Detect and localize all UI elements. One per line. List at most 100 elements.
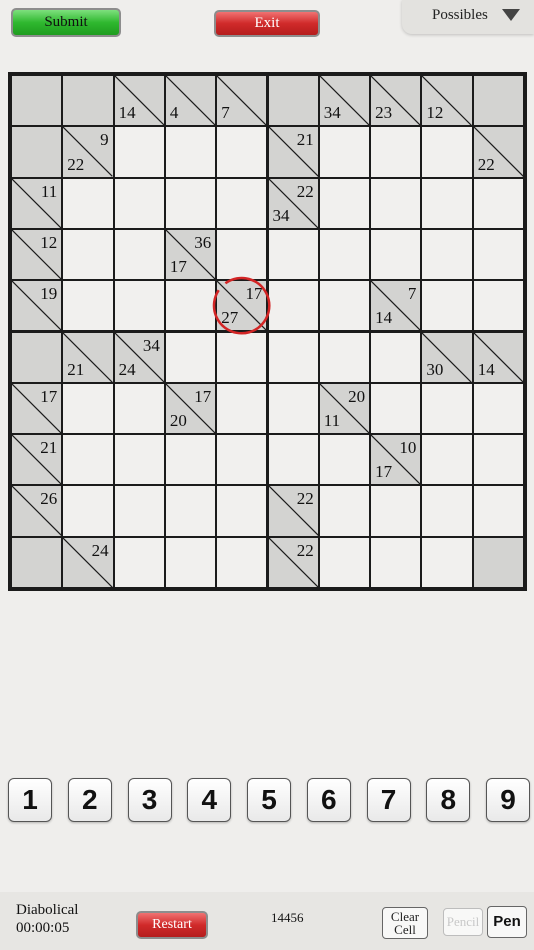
down-clue: 14 [375,308,393,328]
down-clue: 17 [375,462,393,482]
entry-cell[interactable] [217,486,267,536]
entry-cell[interactable] [422,537,472,587]
entry-cell[interactable] [63,281,113,331]
blocked-cell [12,127,62,177]
entry-cell[interactable] [473,383,523,434]
top-bar: Submit Exit Possibles [0,0,534,45]
entry-cell[interactable] [268,383,318,434]
down-clue: 23 [375,103,393,123]
entry-cell[interactable] [165,281,216,331]
entry-cell[interactable] [422,281,472,331]
pen-mode-button[interactable]: Pen [487,906,527,938]
across-clue: 7 [407,284,417,304]
digit-button-2[interactable]: 2 [67,778,112,822]
digit-button-1[interactable]: 1 [8,778,52,822]
entry-cell[interactable] [63,435,113,485]
submit-button[interactable]: Submit [11,8,121,37]
timer: 00:00:05 [16,920,70,936]
entry-cell[interactable] [371,332,421,382]
across-clue: 10 [399,438,417,458]
entry-cell[interactable] [217,229,267,280]
entry-cell[interactable] [165,537,216,587]
entry-cell[interactable] [217,383,267,434]
entry-cell[interactable] [473,229,523,280]
entry-cell[interactable] [165,127,216,177]
digit-button-3[interactable]: 3 [127,778,172,822]
down-clue: 34 [323,103,341,123]
entry-cell[interactable] [319,178,370,228]
digit-button-6[interactable]: 6 [306,778,351,822]
entry-cell[interactable] [422,229,472,280]
entry-cell[interactable] [63,383,113,434]
entry-cell[interactable] [217,435,267,485]
clue-cell: 14 [114,76,164,126]
entry-cell[interactable] [63,229,113,280]
entry-cell[interactable] [268,435,318,485]
entry-cell[interactable] [319,281,370,331]
bottom-bar: Diabolical 00:00:05 Restart 14456 Clear … [0,892,534,950]
entry-cell[interactable] [114,127,164,177]
entry-cell[interactable] [114,435,164,485]
across-clue: 21 [40,438,58,458]
entry-cell[interactable] [371,537,421,587]
digit-button-5[interactable]: 5 [247,778,291,822]
entry-cell[interactable] [268,229,318,280]
entry-cell[interactable] [165,486,216,536]
entry-cell[interactable] [217,332,267,382]
entry-cell[interactable] [371,178,421,228]
entry-cell[interactable] [268,332,318,382]
entry-cell[interactable] [114,229,164,280]
entry-cell[interactable] [63,486,113,536]
restart-button[interactable]: Restart [136,911,208,939]
pencil-mode-button[interactable]: Pencil [443,908,483,936]
across-clue: 19 [40,284,58,304]
clear-cell-button[interactable]: Clear Cell [382,907,428,939]
entry-cell[interactable] [319,229,370,280]
entry-cell[interactable] [422,486,472,536]
entry-cell[interactable] [165,435,216,485]
entry-cell[interactable] [319,435,370,485]
entry-cell[interactable] [319,127,370,177]
across-clue: 26 [40,489,58,509]
clue-cell: 21 [63,332,113,382]
entry-cell[interactable] [473,281,523,331]
entry-cell[interactable] [114,178,164,228]
entry-cell[interactable] [319,537,370,587]
entry-cell[interactable] [473,486,523,536]
entry-cell[interactable] [473,178,523,228]
entry-cell[interactable] [422,383,472,434]
entry-cell[interactable] [165,332,216,382]
entry-cell[interactable] [422,435,472,485]
entry-cell[interactable] [319,486,370,536]
entry-cell[interactable] [217,537,267,587]
possibles-toggle[interactable]: Possibles [402,0,534,34]
entry-cell[interactable] [319,332,370,382]
entry-cell[interactable] [268,281,318,331]
across-clue: 22 [296,181,314,201]
digit-button-8[interactable]: 8 [426,778,471,822]
digit-button-4[interactable]: 4 [187,778,232,822]
entry-cell[interactable] [165,178,216,228]
blocked-cell [473,76,523,126]
down-clue: 24 [118,359,136,379]
entry-cell[interactable] [63,178,113,228]
entry-cell[interactable] [371,486,421,536]
entry-cell[interactable] [371,229,421,280]
entry-cell[interactable] [217,127,267,177]
entry-cell[interactable] [371,383,421,434]
digit-button-9[interactable]: 9 [486,778,530,822]
entry-cell[interactable] [217,178,267,228]
exit-button[interactable]: Exit [214,10,320,37]
entry-cell[interactable] [114,281,164,331]
entry-cell[interactable] [422,127,472,177]
entry-cell[interactable] [473,435,523,485]
entry-cell[interactable] [371,127,421,177]
across-clue: 11 [40,181,58,201]
digit-button-7[interactable]: 7 [366,778,411,822]
entry-cell[interactable] [114,537,164,587]
entry-cell[interactable] [114,486,164,536]
down-clue: 21 [67,359,85,379]
down-clue: 11 [323,411,341,431]
entry-cell[interactable] [114,383,164,434]
entry-cell[interactable] [422,178,472,228]
